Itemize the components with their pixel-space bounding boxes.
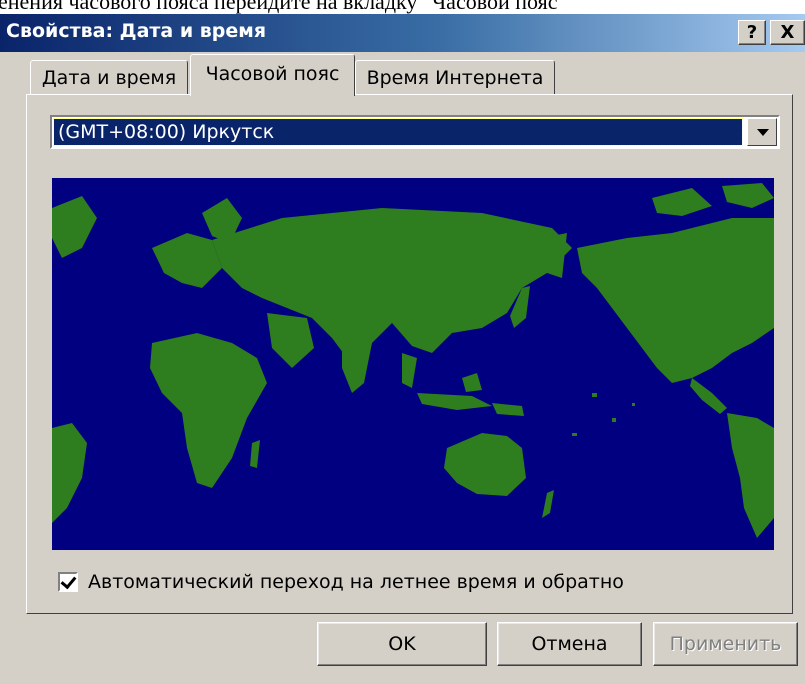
- dst-checkbox-label: Автоматический переход на летнее время и…: [88, 571, 624, 593]
- help-button[interactable]: ?: [738, 20, 766, 45]
- tab-internet-time[interactable]: Время Интернета: [355, 60, 555, 94]
- cancel-button[interactable]: Отмена: [497, 622, 642, 666]
- ok-button[interactable]: OK: [317, 622, 487, 666]
- window-title: Свойства: Дата и время: [6, 20, 267, 42]
- timezone-dropdown[interactable]: (GMT+08:00) Иркутск: [50, 115, 780, 149]
- timezone-selected-value: (GMT+08:00) Иркутск: [53, 118, 743, 146]
- world-map: [52, 178, 774, 550]
- dst-checkbox-row[interactable]: Автоматический переход на летнее время и…: [58, 568, 624, 596]
- tab-date-time[interactable]: Дата и время: [30, 60, 188, 94]
- dst-checkbox[interactable]: [58, 572, 78, 592]
- apply-button[interactable]: Применить: [653, 622, 798, 666]
- title-bar[interactable]: Свойства: Дата и время ? X: [0, 14, 805, 52]
- world-map-graphic: [52, 183, 774, 538]
- document-text-fragment: енения часового пояса перейдите на вклад…: [0, 0, 567, 14]
- close-button[interactable]: X: [770, 20, 805, 45]
- tab-time-zone[interactable]: Часовой пояс: [190, 54, 355, 96]
- chevron-down-icon[interactable]: [747, 118, 777, 146]
